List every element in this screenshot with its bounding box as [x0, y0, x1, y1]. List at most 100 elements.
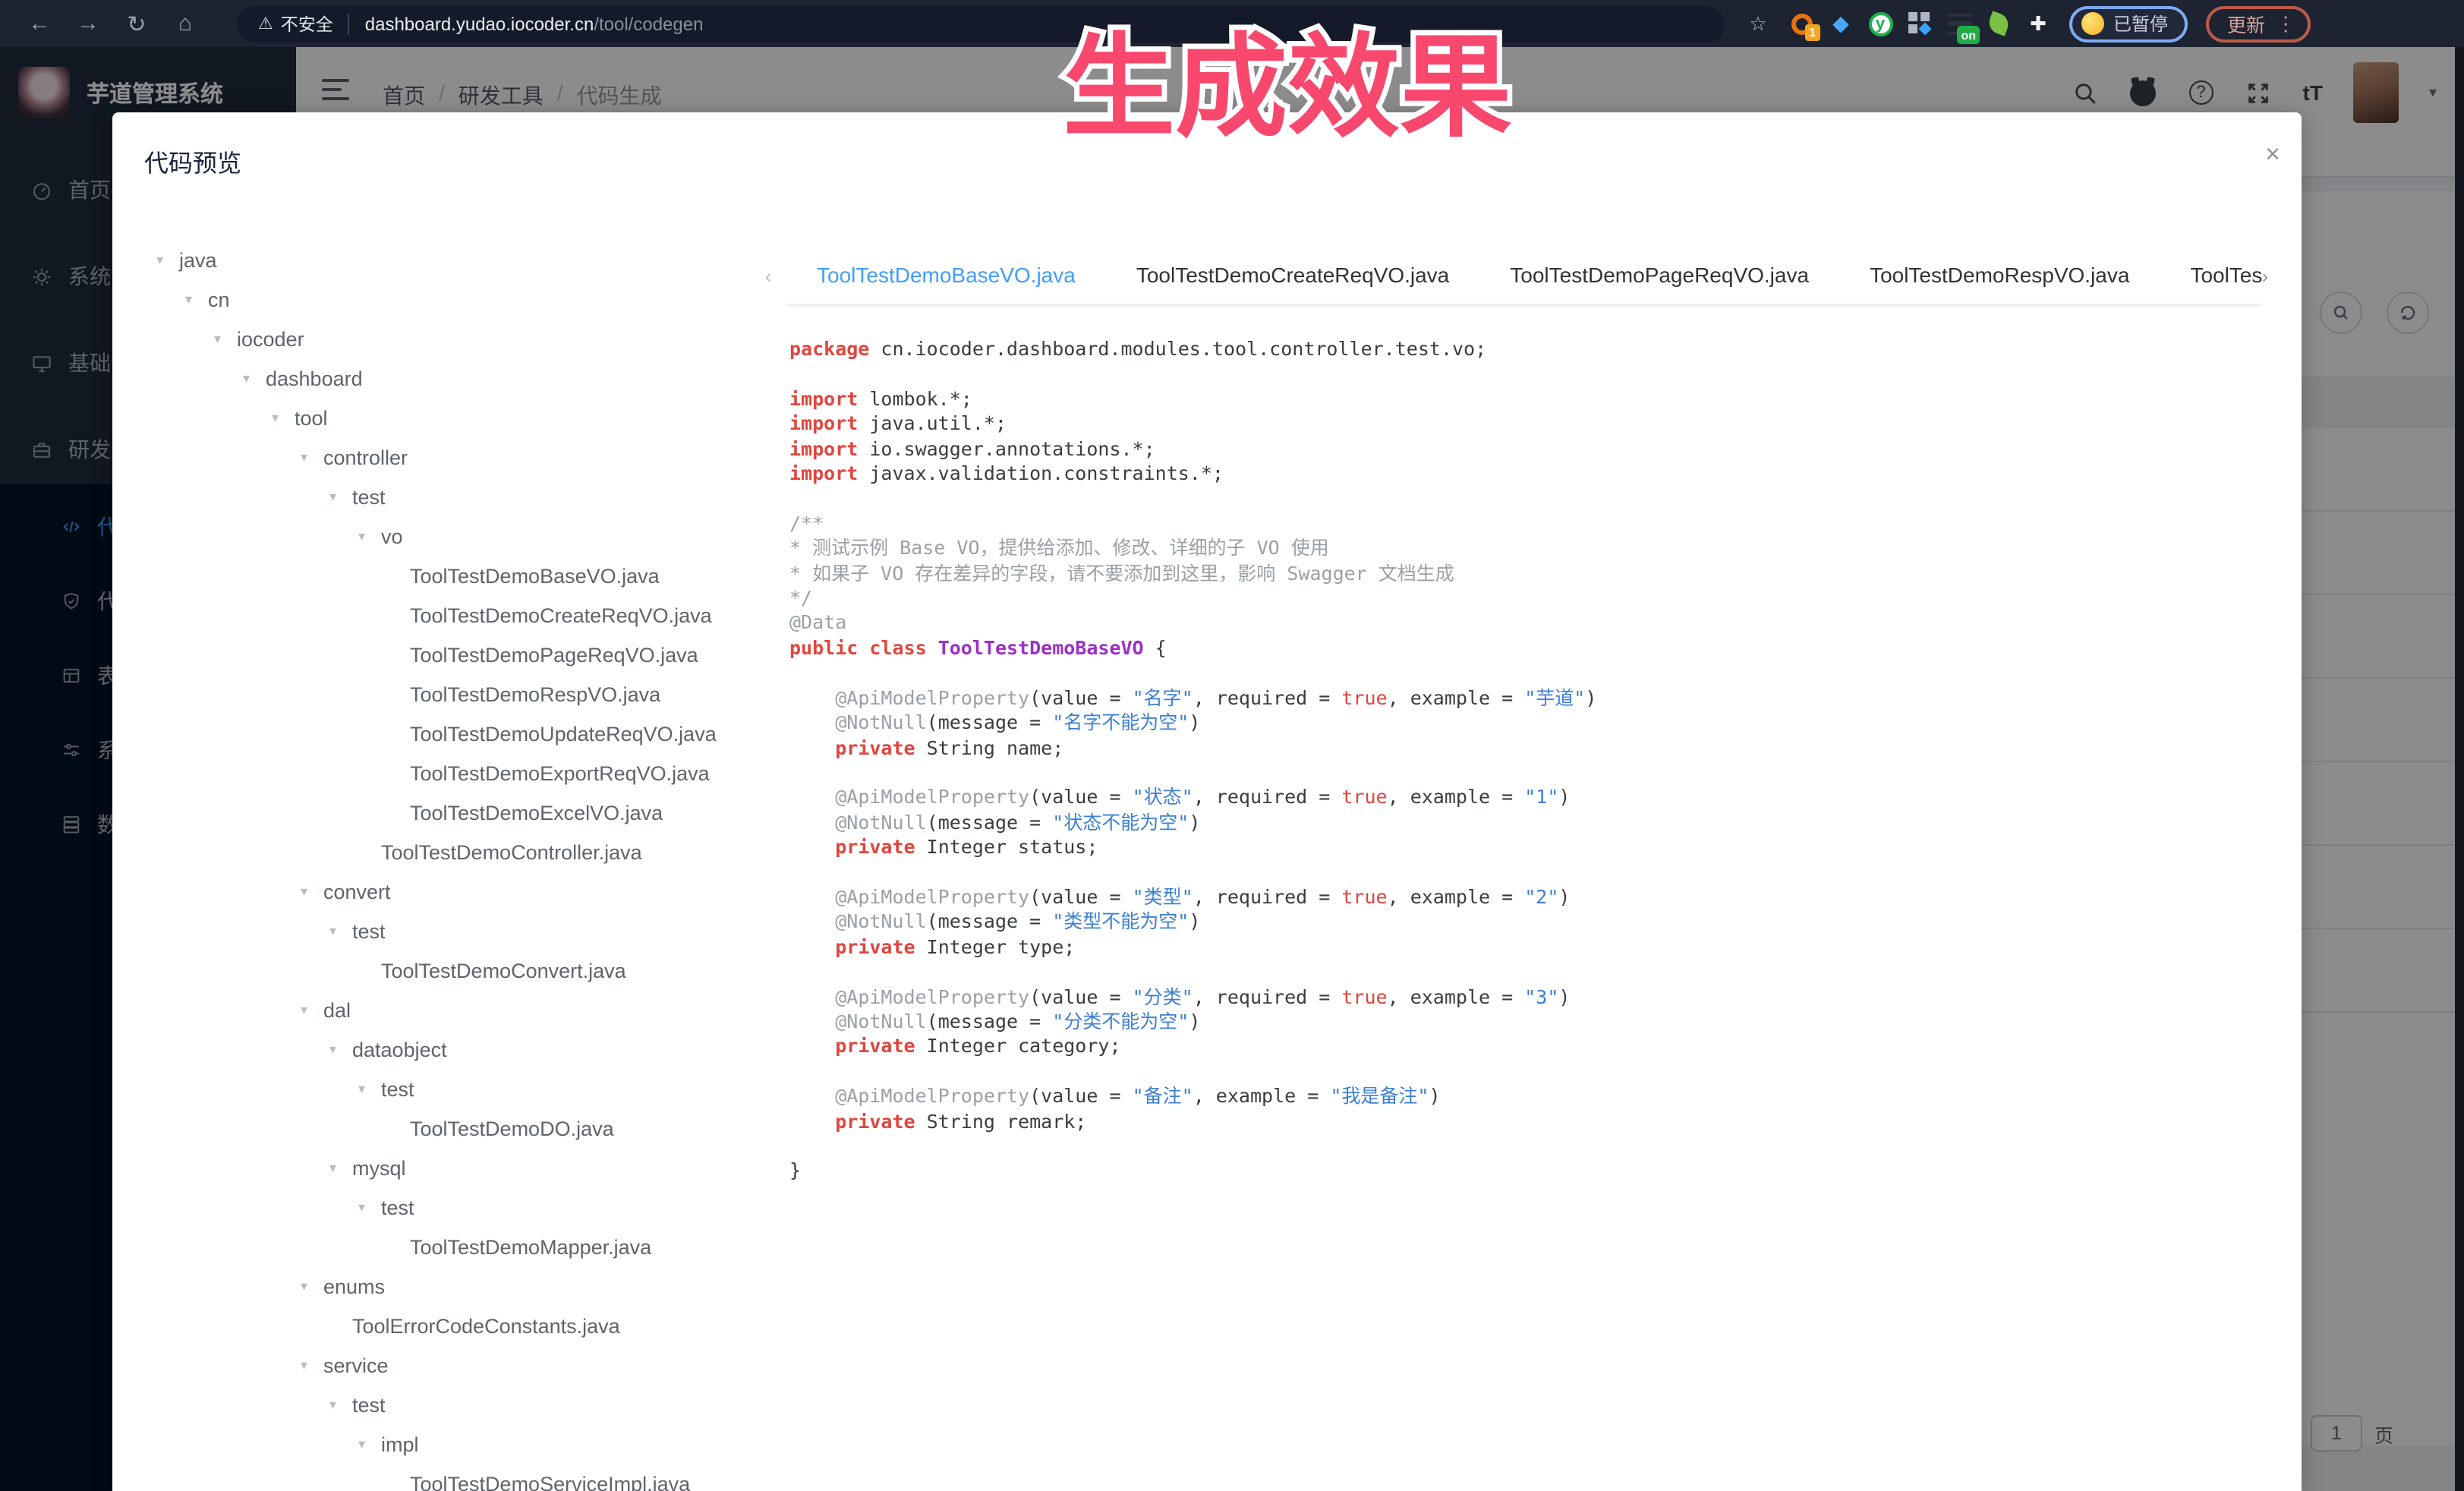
tree-file-node[interactable]: ToolErrorCodeConstants.java [143, 1306, 780, 1345]
tree-node-label: ToolTestDemoServiceImpl.java [410, 1472, 690, 1491]
tree-expand-icon[interactable]: ▾ [329, 1041, 352, 1058]
tree-expand-icon[interactable]: ▾ [358, 1199, 381, 1215]
tree-file-node[interactable]: ToolTestDemoUpdateReqVO.java [143, 714, 780, 753]
extensions-puzzle-icon[interactable]: ✚ [2025, 11, 2051, 36]
security-label[interactable]: 不安全 [281, 11, 333, 36]
tree-folder-node[interactable]: ▾enums [143, 1266, 780, 1306]
url-path: /tool/codegen [594, 13, 703, 34]
browser-reload-icon[interactable]: ↻ [112, 10, 161, 37]
tree-folder-node[interactable]: ▾mysql [143, 1148, 780, 1187]
code-line: @NotNull(message = "分类不能为空") [789, 1010, 2292, 1035]
code-line: } [789, 1159, 2292, 1184]
tree-folder-node[interactable]: ▾dal [143, 990, 780, 1029]
tree-folder-node[interactable]: ▾service [143, 1345, 780, 1385]
tree-folder-node[interactable]: ▾test [143, 1069, 780, 1108]
code-line [789, 960, 2292, 985]
browser-scrollbar[interactable] [2455, 47, 2464, 1491]
browser-menu-dots-icon[interactable]: ⋮ [2276, 11, 2295, 36]
tree-folder-node[interactable]: ▾controller [143, 437, 780, 477]
tree-folder-node[interactable]: ▾dataobject [143, 1029, 780, 1069]
file-tab-3[interactable]: ToolTestDemoRespVO.java [1870, 263, 2129, 305]
tree-file-node[interactable]: ToolTestDemoConvert.java [143, 950, 780, 990]
tree-expand-icon[interactable]: ▾ [301, 1278, 323, 1294]
tree-folder-node[interactable]: ▾convert [143, 872, 780, 911]
tree-folder-node[interactable]: ▾tool [143, 398, 780, 437]
address-bar[interactable]: ⚠ 不安全 dashboard.yudao.iocoder.cn /tool/c… [237, 5, 1725, 42]
gem-icon: ◆ [1832, 11, 1849, 36]
tree-expand-icon[interactable]: ▾ [301, 1001, 323, 1018]
tree-file-node[interactable]: ToolTestDemoRespVO.java [143, 674, 780, 714]
file-tab-2[interactable]: ToolTestDemoPageReqVO.java [1510, 263, 1809, 305]
tree-node-label: test [352, 1393, 386, 1416]
tree-folder-node[interactable]: ▾test [143, 1187, 780, 1227]
tree-expand-icon[interactable]: ▾ [301, 1357, 323, 1373]
tree-node-label: ToolTestDemoController.java [381, 840, 642, 863]
code-line [789, 860, 2292, 885]
tree-file-node[interactable]: ToolTestDemoExcelVO.java [143, 793, 780, 832]
tree-expand-icon[interactable]: ▾ [358, 1080, 381, 1097]
tree-node-label: ToolTestDemoCreateReqVO.java [410, 604, 712, 626]
tree-file-node[interactable]: ToolTestDemoExportReqVO.java [143, 753, 780, 793]
tree-folder-node[interactable]: ▾iocoder [143, 319, 780, 358]
tree-folder-node[interactable]: ▾dashboard [143, 358, 780, 398]
tree-file-node[interactable]: ToolTestDemoBaseVO.java [143, 556, 780, 595]
file-tab-4[interactable]: ToolTestDemoUpdateReqVO.java [2190, 263, 2262, 305]
tree-file-node[interactable]: ToolTestDemoDO.java [143, 1108, 780, 1148]
extension-gem-icon[interactable]: ◆ [1828, 11, 1854, 36]
tree-folder-node[interactable]: ▾test [143, 1385, 780, 1424]
tree-expand-icon[interactable]: ▾ [358, 1436, 381, 1452]
code-line: @ApiModelProperty(value = "备注", example … [789, 1084, 2292, 1109]
extension-y-icon[interactable]: y [1867, 11, 1893, 36]
extension-squares-icon[interactable] [1907, 11, 1933, 36]
code-line: @NotNull(message = "名字不能为空") [789, 711, 2292, 736]
tree-node-label: mysql [352, 1156, 406, 1179]
tree-node-label: java [179, 248, 217, 271]
tree-folder-node[interactable]: ▾test [143, 911, 780, 950]
code-view[interactable]: package cn.iocoder.dashboard.modules.too… [789, 337, 2292, 1491]
tree-expand-icon[interactable]: ▾ [243, 370, 266, 386]
browser-home-icon[interactable]: ⌂ [161, 11, 210, 36]
tree-expand-icon[interactable]: ▾ [329, 488, 352, 505]
extension-list-icon[interactable]: on [1946, 11, 1972, 36]
extension-orange-icon[interactable]: 1 [1788, 11, 1814, 36]
tree-node-label: ToolTestDemoDO.java [410, 1117, 614, 1140]
tree-file-node[interactable]: ToolTestDemoMapper.java [143, 1227, 780, 1266]
profile-paused-chip[interactable]: 已暂停 [2069, 5, 2188, 42]
tree-node-label: ToolTestDemoPageReqVO.java [410, 643, 698, 666]
tabs-scroll-right-icon[interactable]: › [2262, 266, 2283, 287]
close-icon[interactable]: × [2265, 140, 2280, 170]
tree-expand-icon[interactable]: ▾ [214, 330, 237, 347]
tree-expand-icon[interactable]: ▾ [301, 449, 323, 465]
extension-leaf-icon[interactable] [1986, 11, 2012, 36]
tree-file-node[interactable]: ToolTestDemoCreateReqVO.java [143, 595, 780, 635]
code-line: @ApiModelProperty(value = "类型", required… [789, 885, 2292, 910]
tabs-scroll-left-icon[interactable]: ‹ [765, 266, 786, 287]
tree-expand-icon[interactable]: ▾ [156, 251, 179, 268]
tree-folder-node[interactable]: ▾test [143, 477, 780, 516]
tree-expand-icon[interactable]: ▾ [329, 1396, 352, 1413]
code-line: import java.util.*; [789, 411, 2292, 437]
tree-folder-node[interactable]: ▾cn [143, 279, 780, 319]
tree-expand-icon[interactable]: ▾ [185, 291, 208, 307]
file-tab-0[interactable]: ToolTestDemoBaseVO.java [817, 263, 1076, 307]
update-label: 更新 [2227, 9, 2265, 38]
tree-expand-icon[interactable]: ▾ [301, 883, 323, 900]
tree-folder-node[interactable]: ▾vo [143, 516, 780, 556]
code-line: import javax.validation.constraints.*; [789, 462, 2292, 487]
paused-label: 已暂停 [2113, 11, 2168, 36]
tree-expand-icon[interactable]: ▾ [272, 409, 295, 426]
tree-folder-node[interactable]: ▾impl [143, 1424, 780, 1464]
tree-file-node[interactable]: ToolTestDemoController.java [143, 832, 780, 872]
tree-file-node[interactable]: ToolTestDemoPageReqVO.java [143, 635, 780, 674]
tree-file-node[interactable]: ToolTestDemoServiceImpl.java [143, 1464, 780, 1491]
browser-forward-icon[interactable]: → [64, 11, 112, 36]
bookmark-star-icon[interactable]: ☆ [1740, 11, 1776, 36]
tree-expand-icon[interactable]: ▾ [329, 922, 352, 939]
tree-expand-icon[interactable]: ▾ [358, 528, 381, 544]
browser-back-icon[interactable]: ← [15, 11, 64, 36]
file-tab-1[interactable]: ToolTestDemoCreateReqVO.java [1136, 263, 1449, 305]
code-line [789, 1060, 2292, 1085]
tree-expand-icon[interactable]: ▾ [329, 1159, 352, 1176]
tree-folder-node[interactable]: ▾java [143, 240, 780, 279]
browser-update-button[interactable]: 更新 ⋮ [2206, 5, 2311, 42]
